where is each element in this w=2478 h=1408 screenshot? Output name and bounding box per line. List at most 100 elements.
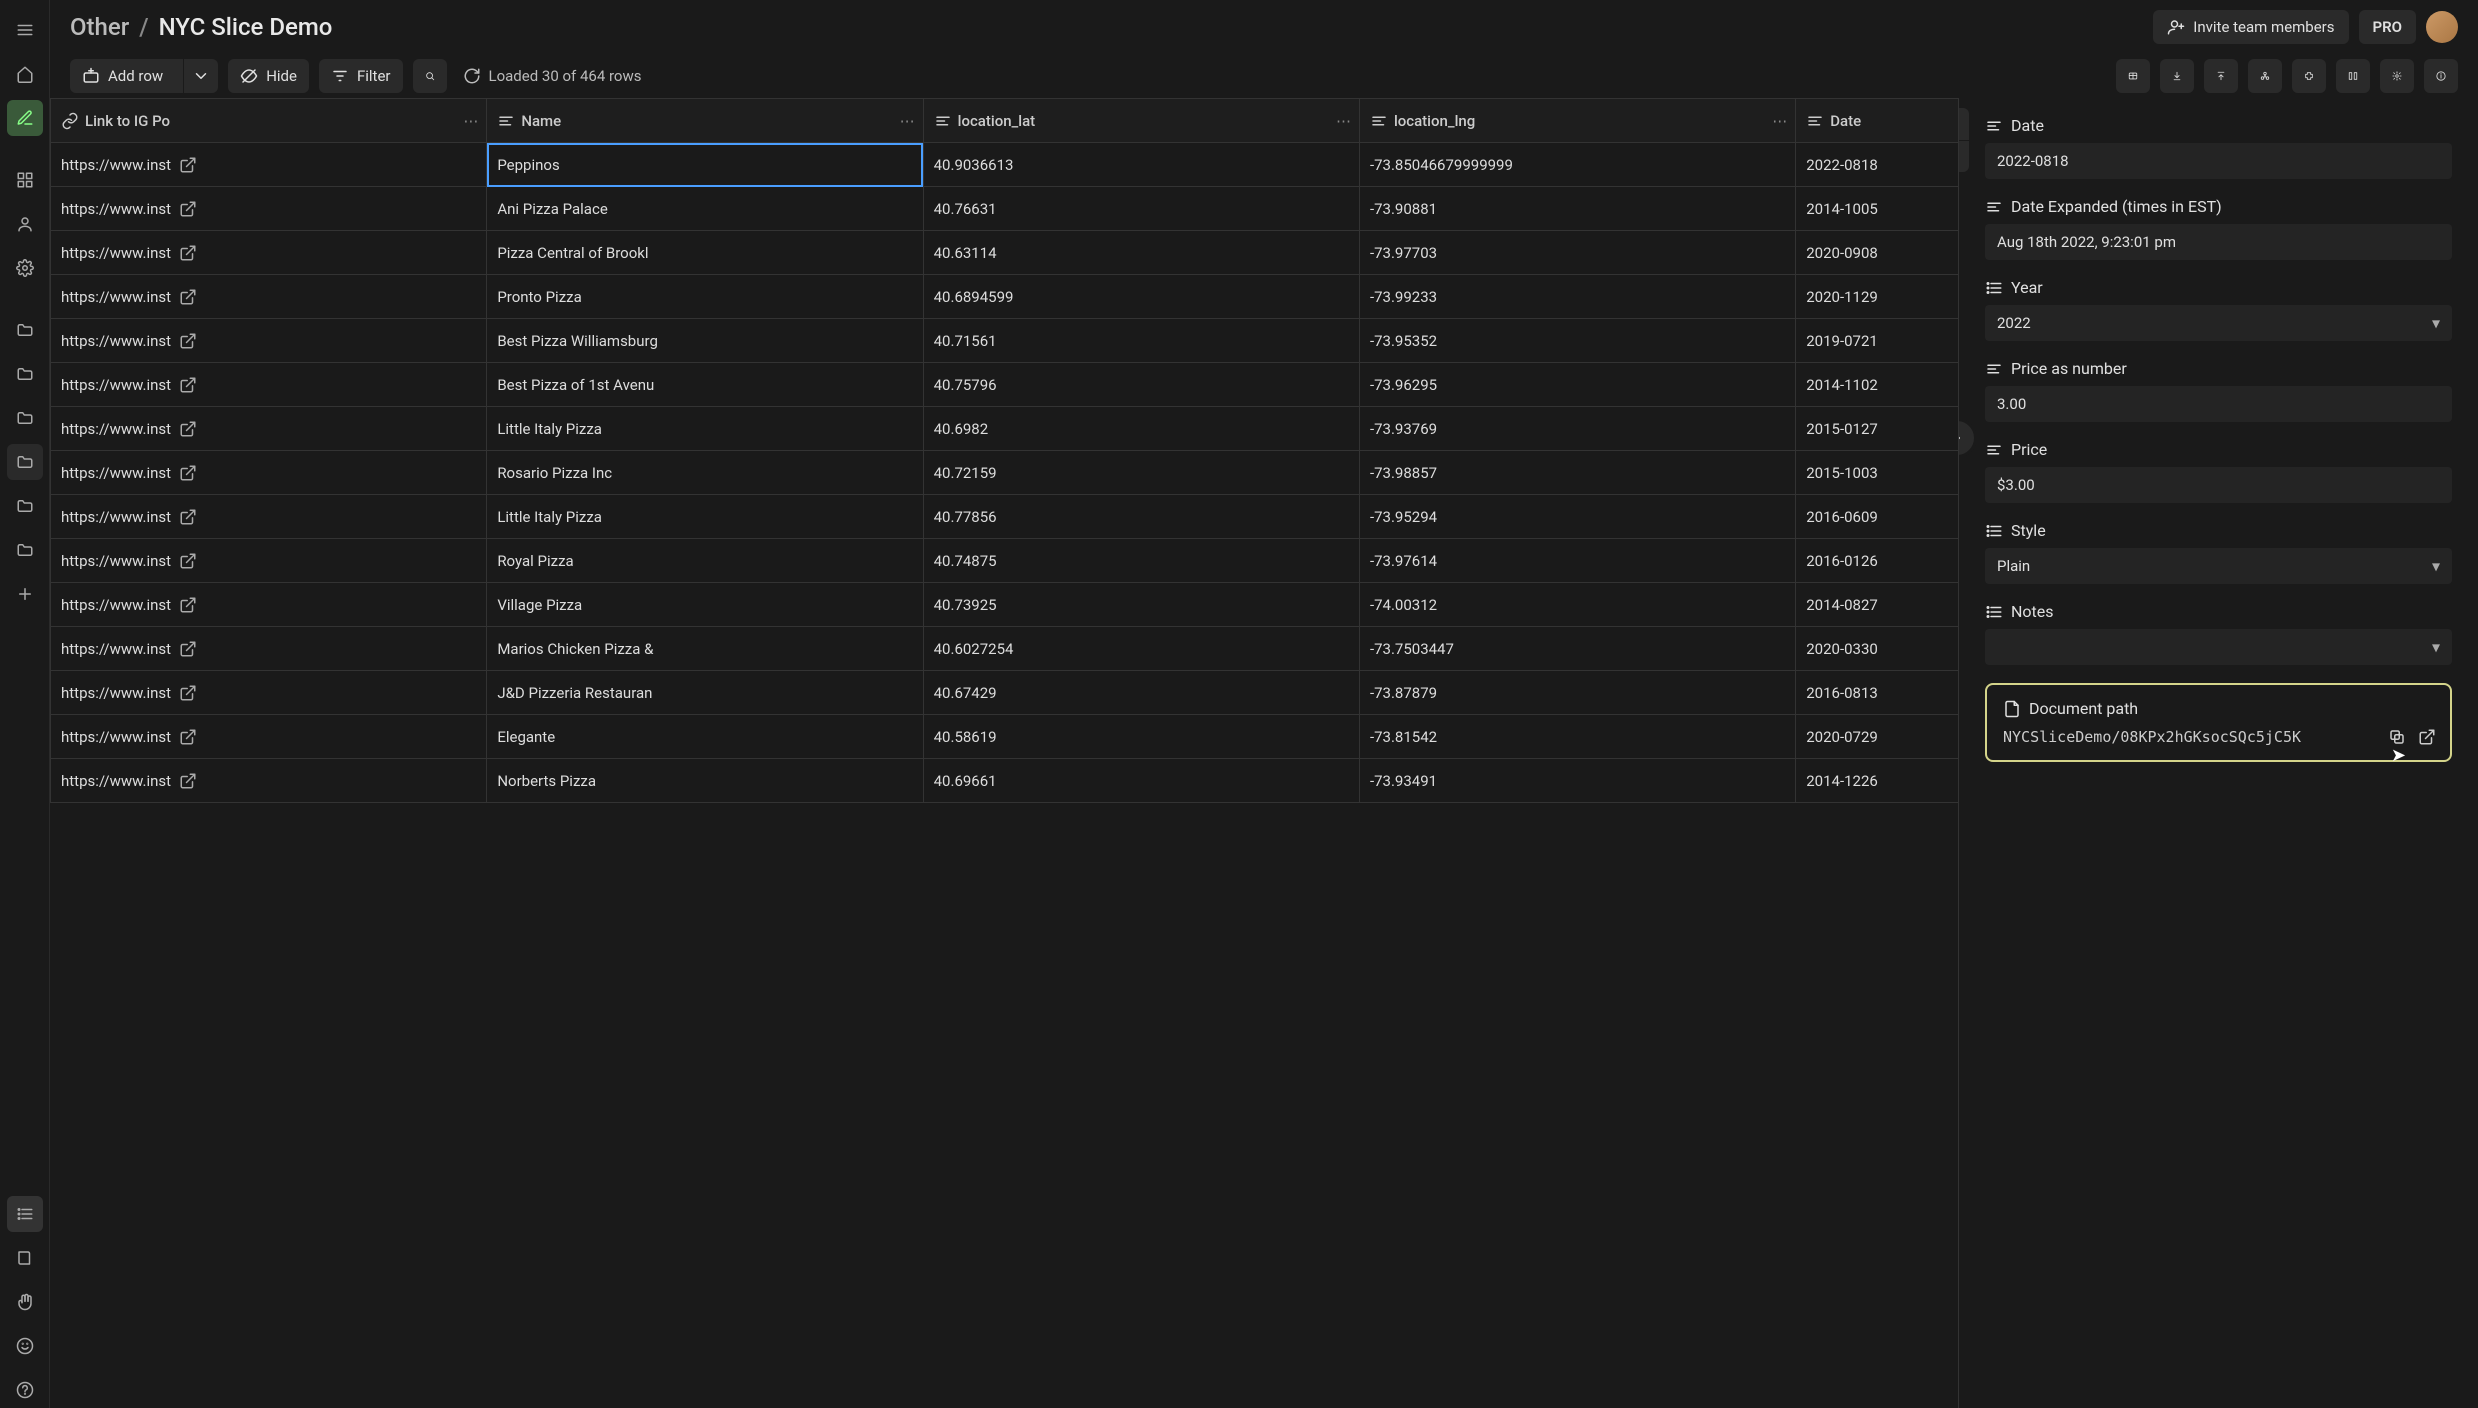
external-link-icon[interactable] xyxy=(179,464,197,482)
add-row-dropdown[interactable] xyxy=(183,59,218,93)
link-cell[interactable]: https://www.inst xyxy=(51,671,487,715)
external-link-icon[interactable] xyxy=(179,640,197,658)
breadcrumb-parent[interactable]: Other xyxy=(70,13,129,41)
next-record-button[interactable] xyxy=(1958,140,1969,172)
lng-cell[interactable]: -73.87879 xyxy=(1359,671,1795,715)
invite-team-button[interactable]: Invite team members xyxy=(2153,10,2348,44)
notes-field[interactable] xyxy=(1985,629,2452,665)
external-link-icon[interactable] xyxy=(179,552,197,570)
external-link-icon[interactable] xyxy=(179,772,197,790)
date-expanded-field[interactable] xyxy=(1985,224,2452,260)
link-cell[interactable]: https://www.inst xyxy=(51,539,487,583)
lat-cell[interactable]: 40.74875 xyxy=(923,539,1359,583)
download-button[interactable] xyxy=(2160,59,2194,93)
column-header-lat[interactable]: location_lat⋯ xyxy=(923,99,1359,143)
lat-cell[interactable]: 40.76631 xyxy=(923,187,1359,231)
name-cell[interactable]: Marios Chicken Pizza & xyxy=(487,627,923,671)
link-cell[interactable]: https://www.inst xyxy=(51,187,487,231)
name-cell[interactable]: Peppinos xyxy=(487,143,923,187)
lng-cell[interactable]: -73.97614 xyxy=(1359,539,1795,583)
link-cell[interactable]: https://www.inst xyxy=(51,319,487,363)
column-header-name[interactable]: Name⋯ xyxy=(487,99,923,143)
lat-cell[interactable]: 40.72159 xyxy=(923,451,1359,495)
lng-cell[interactable]: -73.81542 xyxy=(1359,715,1795,759)
open-external-button[interactable] xyxy=(2418,728,2436,746)
column-menu-icon[interactable]: ⋯ xyxy=(898,110,917,132)
folder-icon[interactable] xyxy=(7,400,43,436)
lat-cell[interactable]: 40.6982 xyxy=(923,407,1359,451)
external-link-icon[interactable] xyxy=(179,508,197,526)
link-cell[interactable]: https://www.inst xyxy=(51,231,487,275)
external-link-icon[interactable] xyxy=(179,376,197,394)
link-cell[interactable]: https://www.inst xyxy=(51,143,487,187)
folder-icon[interactable] xyxy=(7,356,43,392)
prev-record-button[interactable] xyxy=(1958,108,1969,140)
search-button[interactable] xyxy=(413,59,447,93)
lat-cell[interactable]: 40.71561 xyxy=(923,319,1359,363)
lng-cell[interactable]: -73.95352 xyxy=(1359,319,1795,363)
column-menu-icon[interactable]: ⋯ xyxy=(1334,110,1353,132)
lng-cell[interactable]: -73.95294 xyxy=(1359,495,1795,539)
smile-icon[interactable] xyxy=(7,1328,43,1364)
lat-cell[interactable]: 40.77856 xyxy=(923,495,1359,539)
name-cell[interactable]: Pronto Pizza xyxy=(487,275,923,319)
lng-cell[interactable]: -74.00312 xyxy=(1359,583,1795,627)
pro-button[interactable]: PRO xyxy=(2359,10,2417,44)
link-cell[interactable]: https://www.inst xyxy=(51,715,487,759)
edit-icon[interactable] xyxy=(7,100,43,136)
lat-cell[interactable]: 40.67429 xyxy=(923,671,1359,715)
add-icon[interactable] xyxy=(7,576,43,612)
link-cell[interactable]: https://www.inst xyxy=(51,275,487,319)
hand-icon[interactable] xyxy=(7,1284,43,1320)
user-icon[interactable] xyxy=(7,206,43,242)
name-cell[interactable]: Little Italy Pizza xyxy=(487,495,923,539)
gear-icon[interactable] xyxy=(7,250,43,286)
link-cell[interactable]: https://www.inst xyxy=(51,495,487,539)
add-row-button[interactable]: Add row xyxy=(70,59,218,93)
year-field[interactable] xyxy=(1985,305,2452,341)
grid-icon[interactable] xyxy=(7,162,43,198)
folder-icon[interactable] xyxy=(7,532,43,568)
home-icon[interactable] xyxy=(7,56,43,92)
extension-button[interactable] xyxy=(2292,59,2326,93)
external-link-icon[interactable] xyxy=(179,200,197,218)
lng-cell[interactable]: -73.90881 xyxy=(1359,187,1795,231)
lng-cell[interactable]: -73.97703 xyxy=(1359,231,1795,275)
settings-button[interactable] xyxy=(2380,59,2414,93)
folder-icon[interactable] xyxy=(7,444,43,480)
book-icon[interactable] xyxy=(7,1240,43,1276)
name-cell[interactable]: Village Pizza xyxy=(487,583,923,627)
column-menu-icon[interactable]: ⋯ xyxy=(461,110,480,132)
name-cell[interactable]: Little Italy Pizza xyxy=(487,407,923,451)
lat-cell[interactable]: 40.63114 xyxy=(923,231,1359,275)
folder-icon[interactable] xyxy=(7,312,43,348)
lat-cell[interactable]: 40.58619 xyxy=(923,715,1359,759)
external-link-icon[interactable] xyxy=(179,420,197,438)
link-cell[interactable]: https://www.inst xyxy=(51,407,487,451)
menu-icon[interactable] xyxy=(7,12,43,48)
link-cell[interactable]: https://www.inst xyxy=(51,451,487,495)
lat-cell[interactable]: 40.73925 xyxy=(923,583,1359,627)
date-field[interactable] xyxy=(1985,143,2452,179)
lng-cell[interactable]: -73.7503447 xyxy=(1359,627,1795,671)
lng-cell[interactable]: -73.99233 xyxy=(1359,275,1795,319)
external-link-icon[interactable] xyxy=(179,684,197,702)
name-cell[interactable]: Best Pizza of 1st Avenu xyxy=(487,363,923,407)
avatar[interactable] xyxy=(2426,11,2458,43)
name-cell[interactable]: Pizza Central of Brookl xyxy=(487,231,923,275)
link-cell[interactable]: https://www.inst xyxy=(51,759,487,803)
lng-cell[interactable]: -73.85046679999999 xyxy=(1359,143,1795,187)
lat-cell[interactable]: 40.75796 xyxy=(923,363,1359,407)
column-header-lng[interactable]: location_lng⋯ xyxy=(1359,99,1795,143)
filter-button[interactable]: Filter xyxy=(319,59,403,93)
external-link-icon[interactable] xyxy=(179,244,197,262)
hide-button[interactable]: Hide xyxy=(228,59,309,93)
style-field[interactable] xyxy=(1985,548,2452,584)
column-menu-icon[interactable]: ⋯ xyxy=(1770,110,1789,132)
list-icon[interactable] xyxy=(7,1196,43,1232)
info-button[interactable] xyxy=(2424,59,2458,93)
name-cell[interactable]: Best Pizza Williamsburg xyxy=(487,319,923,363)
lat-cell[interactable]: 40.6027254 xyxy=(923,627,1359,671)
name-cell[interactable]: J&D Pizzeria Restauran xyxy=(487,671,923,715)
price-number-field[interactable] xyxy=(1985,386,2452,422)
